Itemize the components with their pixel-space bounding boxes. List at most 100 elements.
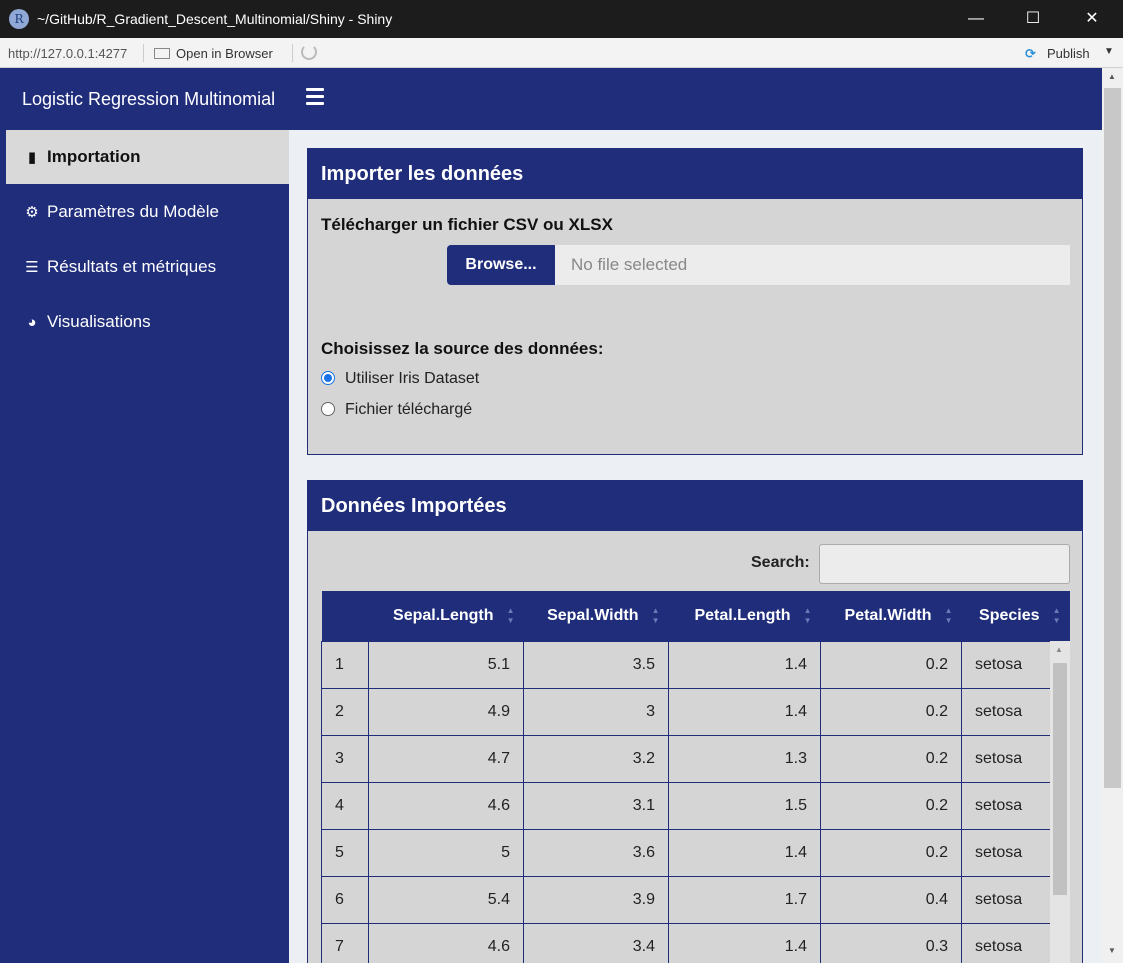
- scrollbar-thumb[interactable]: [1053, 663, 1067, 895]
- table-row[interactable]: 5 5 3.6 1.4 0.2 setosa: [321, 828, 1070, 877]
- column-header[interactable]: Species ▲ ▼: [961, 591, 1070, 641]
- publish-label: Publish: [1047, 46, 1090, 61]
- main-content: Importer les données Télécharger un fich…: [289, 130, 1102, 963]
- table-cell: 1.7: [668, 875, 821, 924]
- browser-icon: [154, 48, 170, 59]
- radio-label: Fichier téléchargé: [345, 401, 473, 418]
- scroll-down-icon[interactable]: ▼: [1108, 946, 1116, 955]
- table-cell: 2: [321, 687, 369, 736]
- file-import-icon: ▮: [27, 149, 37, 166]
- app-header: Logistic Regression Multinomial: [3, 68, 1102, 130]
- sort-icon: ▲ ▼: [944, 606, 953, 625]
- table-cell: 1.4: [668, 640, 821, 689]
- table-cell: 5.4: [368, 875, 524, 924]
- table-cell: 7: [321, 922, 369, 963]
- maximize-button[interactable]: ☐: [1010, 0, 1056, 38]
- table-cell: 0.2: [820, 734, 962, 783]
- shiny-app: Logistic Regression Multinomial ▮ Importa…: [3, 68, 1102, 963]
- table-cell: 0.2: [820, 828, 962, 877]
- file-name-field[interactable]: No file selected: [555, 245, 1070, 285]
- source-label: Choisissez la source des données:: [321, 339, 604, 358]
- import-box: Importer les données Télécharger un fich…: [307, 148, 1083, 455]
- column-header[interactable]: Sepal.Width ▲ ▼: [523, 591, 669, 641]
- sort-icon: ▲ ▼: [651, 606, 660, 625]
- table-row[interactable]: 6 5.4 3.9 1.7 0.4 setosa: [321, 875, 1070, 924]
- table-cell: 3.4: [523, 922, 669, 963]
- sidebar-item-label: Résultats et métriques: [47, 257, 217, 276]
- table-cell: 4.9: [368, 687, 524, 736]
- radio-label: Utiliser Iris Dataset: [345, 370, 480, 387]
- table-cell: 4.6: [368, 781, 524, 830]
- search-label: Search:: [751, 554, 810, 571]
- data-box: Données Importées Search: Sepal.Length ▲ ▼…: [307, 480, 1083, 963]
- sidebar-item-visualisations[interactable]: ◕ Visualisations: [3, 295, 289, 349]
- publish-dropdown-icon[interactable]: ▼: [1104, 46, 1114, 57]
- scroll-up-icon[interactable]: ▲: [1108, 72, 1116, 81]
- open-in-browser-button[interactable]: Open in Browser: [154, 46, 273, 61]
- table-cell: 5.1: [368, 640, 524, 689]
- sort-icon: ▲ ▼: [506, 606, 515, 625]
- refresh-icon[interactable]: [301, 44, 317, 60]
- radio-checked-icon[interactable]: [321, 371, 335, 385]
- table-cell: 1.4: [668, 687, 821, 736]
- viewer-toolbar: http://127.0.0.1:4277 Open in Browser ⟳ P…: [0, 38, 1123, 68]
- table-row[interactable]: 7 4.6 3.4 1.4 0.3 setosa: [321, 922, 1070, 963]
- table-cell: 0.2: [820, 687, 962, 736]
- app-brand: Logistic Regression Multinomial: [22, 89, 276, 109]
- hamburger-menu-icon[interactable]: [306, 88, 324, 109]
- table-cell: 1.4: [668, 828, 821, 877]
- table-cell: 1.5: [668, 781, 821, 830]
- sidebar: ▮ Importation ⚙ Paramètres du Modèle ☰ Résu…: [3, 130, 289, 963]
- pie-chart-icon: ◕: [27, 314, 37, 331]
- table-scrollbar[interactable]: ▲: [1050, 641, 1070, 963]
- table-row[interactable]: 3 4.7 3.2 1.3 0.2 setosa: [321, 734, 1070, 783]
- sidebar-item-label: Visualisations: [47, 312, 151, 331]
- sidebar-item-label: Paramètres du Modèle: [47, 202, 219, 221]
- column-header[interactable]: Petal.Width ▲ ▼: [820, 591, 962, 641]
- table-cell: 5: [321, 828, 369, 877]
- upload-label: Télécharger un fichier CSV ou XLSX: [321, 215, 613, 234]
- table-row[interactable]: 2 4.9 3 1.4 0.2 setosa: [321, 687, 1070, 736]
- sidebar-item-resultats[interactable]: ☰ Résultats et métriques: [3, 240, 289, 294]
- page-scrollbar[interactable]: ▲ ▼: [1102, 68, 1123, 963]
- table-cell: 1.3: [668, 734, 821, 783]
- table-cell: 4.6: [368, 922, 524, 963]
- publish-button[interactable]: ⟳ Publish: [1025, 46, 1090, 61]
- publish-icon: ⟳: [1025, 46, 1036, 61]
- scroll-up-icon[interactable]: ▲: [1055, 645, 1063, 654]
- table-cell: 0.4: [820, 875, 962, 924]
- bar-chart-icon: ☰: [25, 259, 39, 276]
- table-row[interactable]: 4 4.6 3.1 1.5 0.2 setosa: [321, 781, 1070, 830]
- sidebar-item-importation[interactable]: ▮ Importation: [3, 130, 289, 184]
- import-box-title: Importer les données: [308, 149, 1082, 199]
- radio-iris[interactable]: Utiliser Iris Dataset: [321, 370, 479, 388]
- minimize-button[interactable]: —: [953, 0, 999, 38]
- window-title: ~/GitHub/R_Gradient_Descent_Multinomial/…: [37, 11, 393, 27]
- close-button[interactable]: ✕: [1069, 0, 1115, 38]
- table-cell: 3.6: [523, 828, 669, 877]
- data-table: Sepal.Length ▲ ▼ Sepal.Width ▲ ▼ Petal.Lengt…: [321, 591, 1070, 963]
- table-cell: 3.5: [523, 640, 669, 689]
- sidebar-item-parametres[interactable]: ⚙ Paramètres du Modèle: [3, 185, 289, 239]
- radio-unchecked-icon[interactable]: [321, 402, 335, 416]
- search-input[interactable]: [819, 544, 1070, 584]
- table-cell: 3: [523, 687, 669, 736]
- sort-icon: ▲ ▼: [1052, 606, 1061, 625]
- table-cell: 0.2: [820, 781, 962, 830]
- browse-button[interactable]: Browse...: [447, 245, 555, 285]
- table-cell: 6: [321, 875, 369, 924]
- r-logo-icon: R: [9, 9, 29, 29]
- column-header[interactable]: Sepal.Length ▲ ▼: [368, 591, 524, 641]
- radio-uploaded[interactable]: Fichier téléchargé: [321, 401, 472, 419]
- table-cell: 3.2: [523, 734, 669, 783]
- table-row[interactable]: 1 5.1 3.5 1.4 0.2 setosa: [321, 640, 1070, 689]
- column-header[interactable]: Petal.Length ▲ ▼: [668, 591, 821, 641]
- window-titlebar: R ~/GitHub/R_Gradient_Descent_Multinomia…: [0, 0, 1123, 38]
- table-cell: 1.4: [668, 922, 821, 963]
- table-cell: 4: [321, 781, 369, 830]
- table-cell: 0.2: [820, 640, 962, 689]
- table-cell: 5: [368, 828, 524, 877]
- open-in-browser-label: Open in Browser: [176, 46, 273, 61]
- scrollbar-thumb[interactable]: [1104, 88, 1121, 788]
- table-cell: 3.9: [523, 875, 669, 924]
